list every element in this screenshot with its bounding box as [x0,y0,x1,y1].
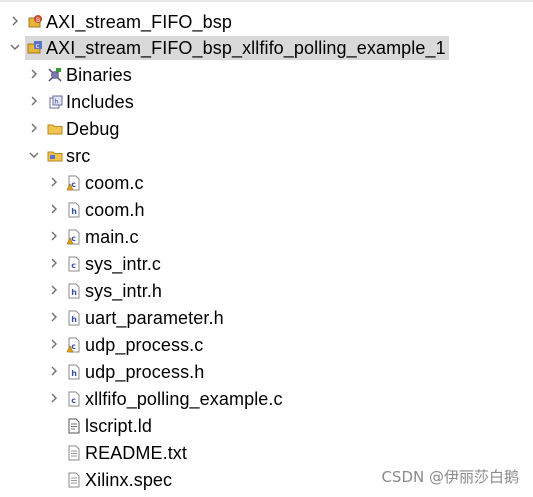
chevron-right-icon[interactable] [48,257,60,269]
c-file-icon: c [66,391,82,407]
tree-item-content[interactable]: h Includes [45,90,137,114]
tree-item-label: lscript.ld [85,415,153,436]
tree-item[interactable]: h sys_intr.h [0,277,165,304]
tree-item[interactable]: c xllfifo_polling_example.c [0,385,286,412]
tree-item-label: README.txt [85,442,188,463]
svg-text:B: B [36,17,40,24]
includes-icon: h [47,94,63,110]
chevron-right-icon[interactable] [48,365,60,377]
tree-item-content[interactable]: c xllfifo_polling_example.c [64,387,286,411]
text-file-icon [66,445,82,461]
tree-item[interactable]: Xilinx.spec [0,466,175,493]
tree-item[interactable]: h udp_process.h [0,358,207,385]
tree-item[interactable]: c main.c [0,223,142,250]
folder-icon [47,121,63,137]
tree-item[interactable]: h Includes [0,88,137,115]
tree-item-label: sys_intr.c [85,253,162,274]
chevron-right-icon[interactable] [48,230,60,242]
tree-item-label: sys_intr.h [85,280,163,301]
chevron-right-icon[interactable] [48,338,60,350]
tree-item[interactable]: src [0,142,93,169]
tree-item-content[interactable]: README.txt [64,441,190,465]
h-file-icon: h [66,202,82,218]
h-file-icon: h [66,364,82,380]
bsp-project-icon: B [27,14,43,30]
tree-item-content[interactable]: Binaries [45,63,135,87]
c-file-warning-icon: c [66,337,82,353]
tree-item-label: udp_process.c [85,334,204,355]
c-project-icon: c [27,40,43,56]
svg-text:h: h [71,315,77,324]
chevron-right-icon[interactable] [28,95,40,107]
svg-text:h: h [71,207,77,216]
tree-item-content[interactable]: h coom.h [64,198,148,222]
watermark: CSDN @伊丽莎白鹅 [381,468,519,486]
tree-item-content[interactable]: c main.c [64,225,142,249]
chevron-down-icon[interactable] [28,149,40,161]
tree-item-content[interactable]: h udp_process.h [64,360,207,384]
tree-item-content[interactable]: Debug [45,117,123,141]
chevron-right-icon[interactable] [28,68,40,80]
chevron-right-icon[interactable] [48,392,60,404]
tree-item[interactable]: c AXI_stream_FIFO_bsp_xllfifo_polling_exa… [0,34,449,61]
tree-item-content[interactable]: h sys_intr.h [64,279,165,303]
tree-item-label: main.c [85,226,139,247]
chevron-right-icon[interactable] [48,284,60,296]
top-border [0,0,533,2]
tree-item[interactable]: lscript.ld [0,412,155,439]
h-file-icon: h [66,310,82,326]
svg-text:h: h [55,98,59,105]
chevron-right-icon[interactable] [9,15,21,27]
chevron-down-icon[interactable] [9,41,21,53]
svg-text:h: h [71,288,77,297]
text-file-icon [66,472,82,488]
tree-item[interactable]: README.txt [0,439,190,466]
c-file-icon: c [66,256,82,272]
tree-item-content[interactable]: c udp_process.c [64,333,206,357]
tree-item-label: Binaries [66,64,132,85]
c-file-warning-icon: c [66,175,82,191]
tree-item-content[interactable]: c AXI_stream_FIFO_bsp_xllfifo_polling_exa… [25,35,449,60]
tree-item-content[interactable]: src [45,144,93,168]
source-folder-icon [47,148,63,164]
tree-item-label: AXI_stream_FIFO_bsp [46,11,232,32]
tree-item-label: Includes [66,91,134,112]
tree-item-label: Xilinx.spec [85,469,173,490]
tree-item-label: uart_parameter.h [85,307,224,328]
tree-item[interactable]: Debug [0,115,123,142]
tree-item[interactable]: c sys_intr.c [0,250,164,277]
tree-item-content[interactable]: B AXI_stream_FIFO_bsp [25,10,235,34]
chevron-right-icon[interactable] [48,203,60,215]
project-explorer-tree: B AXI_stream_FIFO_bspc AXI_stream_FIFO_bsp… [0,0,533,497]
chevron-right-icon[interactable] [48,176,60,188]
tree-item[interactable]: c udp_process.c [0,331,206,358]
svg-text:c: c [36,42,40,50]
tree-item-label: src [66,145,91,166]
tree-item[interactable]: h coom.h [0,196,148,223]
tree-item-content[interactable]: lscript.ld [64,414,155,438]
tree-item[interactable]: B AXI_stream_FIFO_bsp [0,8,235,35]
tree-item[interactable]: Binaries [0,61,135,88]
tree-item-content[interactable]: h uart_parameter.h [64,306,227,330]
tree-item-label: Debug [66,118,120,139]
tree-item-content[interactable]: Xilinx.spec [64,468,175,492]
tree-item-label: coom.h [85,199,145,220]
tree-item-label: coom.c [85,172,144,193]
svg-text:c: c [71,261,76,270]
tree-item-label: udp_process.h [85,361,205,382]
tree-item[interactable]: h uart_parameter.h [0,304,227,331]
svg-text:h: h [71,369,77,378]
chevron-right-icon[interactable] [48,311,60,323]
tree-item[interactable]: c coom.c [0,169,147,196]
tree-item-label: xllfifo_polling_example.c [85,388,283,409]
binaries-icon [47,67,63,83]
tree-item-content[interactable]: c sys_intr.c [64,252,164,276]
chevron-right-icon[interactable] [28,122,40,134]
ld-file-icon [66,418,82,434]
tree-item-label: AXI_stream_FIFO_bsp_xllfifo_polling_exam… [46,37,446,58]
h-file-icon: h [66,283,82,299]
c-file-warning-icon: c [66,229,82,245]
tree-item-content[interactable]: c coom.c [64,171,147,195]
svg-text:c: c [71,396,76,405]
